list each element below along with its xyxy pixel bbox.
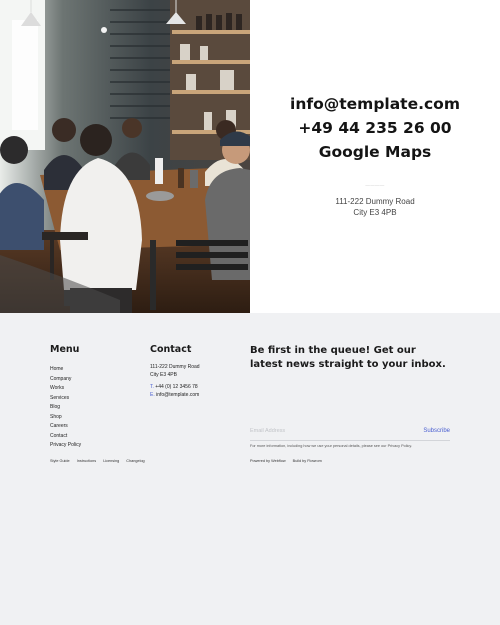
footer-menu-item-blog[interactable]: Blog	[50, 403, 81, 413]
footer-credits: Powered by Webflow Build by Flowrom	[250, 459, 328, 463]
hero-phone-link[interactable]: +49 44 235 26 00	[250, 116, 500, 140]
footer-menu-item-contact[interactable]: Contact	[50, 432, 81, 442]
footer-menu-item-shop[interactable]: Shop	[50, 413, 81, 423]
footer-contact-block: 111-222 Dummy Road City E3 4PB T. +44 (0…	[150, 364, 200, 399]
hero-address-line1: 111-222 Dummy Road	[335, 197, 415, 206]
newsletter-email-input[interactable]	[250, 423, 406, 439]
footer-address-line2: City E3 4PB	[150, 371, 177, 378]
footer-menu-item-services[interactable]: Services	[50, 394, 81, 404]
contact-info-panel: info@template.com +49 44 235 26 00 Googl…	[250, 0, 500, 313]
footer-menu-item-works[interactable]: Works	[50, 384, 81, 394]
footer-menu-item-careers[interactable]: Careers	[50, 422, 81, 432]
divider-label: ————	[365, 183, 385, 188]
footer-contact-title: Contact	[150, 344, 192, 355]
licensing-link[interactable]: Licensing	[103, 459, 119, 463]
footer-legal-links: Style Guide Instructions Licensing Chang…	[50, 459, 151, 463]
style-guide-link[interactable]: Style Guide	[50, 459, 70, 463]
footer-phone-number[interactable]: +44 (0) 12 3456 78	[155, 384, 197, 390]
footer-menu-item-home[interactable]: Home	[50, 365, 81, 375]
google-maps-link[interactable]: Google Maps	[250, 140, 500, 164]
footer-menu-title: Menu	[50, 344, 80, 355]
hero-email-link[interactable]: info@template.com	[250, 92, 500, 116]
people-meeting-photo	[0, 0, 250, 313]
contact-hero: info@template.com +49 44 235 26 00 Googl…	[0, 0, 500, 313]
subscribe-button[interactable]: Subscribe	[410, 423, 450, 439]
footer-menu-list: Home Company Works Services Blog Shop Ca…	[50, 365, 81, 451]
footer-phone[interactable]: T. +44 (0) 12 3456 78	[150, 384, 200, 392]
hero-address-line2: City E3 4PB	[353, 208, 397, 217]
newsletter-title: Be first in the queue! Get our latest ne…	[250, 345, 446, 370]
site-footer: Menu Home Company Works Services Blog Sh…	[0, 313, 500, 625]
footer-address-line1: 111-222 Dummy Road	[150, 364, 200, 370]
footer-menu-item-privacy-policy[interactable]: Privacy Policy	[50, 441, 81, 451]
instructions-link[interactable]: Instructions	[77, 459, 96, 463]
email-prefix: E.	[150, 391, 155, 398]
phone-prefix: T.	[150, 384, 154, 390]
footer-email[interactable]: E. info@template.com	[150, 392, 200, 400]
input-underline	[250, 440, 450, 441]
built-by-link[interactable]: Build by Flowrom	[293, 459, 322, 463]
privacy-note: For more information, including how we u…	[250, 444, 413, 448]
footer-menu-item-company[interactable]: Company	[50, 375, 81, 385]
footer-email-address[interactable]: info@template.com	[156, 392, 199, 398]
changelog-link[interactable]: Changelog	[126, 459, 144, 463]
powered-by-link[interactable]: Powered by Webflow	[250, 459, 286, 463]
